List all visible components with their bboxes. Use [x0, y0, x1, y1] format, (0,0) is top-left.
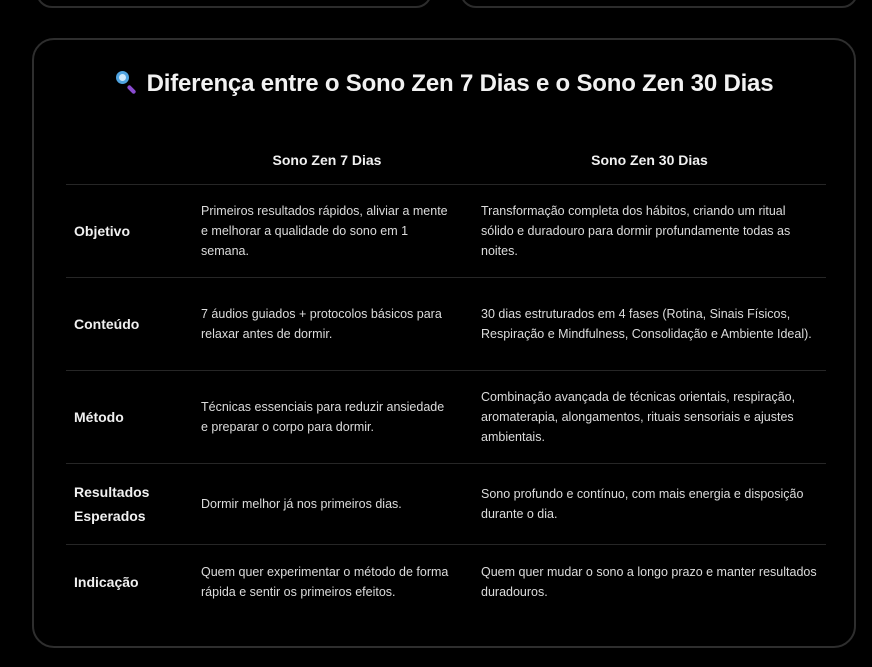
cell-30-dias: Transformação completa dos hábitos, cria… — [481, 204, 791, 258]
table-header-row: Sono Zen 7 Dias Sono Zen 30 Dias — [66, 135, 826, 185]
row-label: Resultados Esperados — [74, 484, 150, 524]
table-row: Objetivo Primeiros resultados rápidos, a… — [66, 185, 826, 278]
row-label: Indicação — [74, 574, 139, 590]
cell-7-dias: Técnicas essenciais para reduzir ansieda… — [201, 400, 445, 434]
comparison-title-text: Diferença entre o Sono Zen 7 Dias e o So… — [146, 70, 774, 97]
header-sono-zen-7: Sono Zen 7 Dias — [272, 151, 382, 168]
previous-card-right — [460, 0, 858, 8]
comparison-table: Sono Zen 7 Dias Sono Zen 30 Dias Objetiv… — [66, 135, 826, 619]
header-sono-zen-30: Sono Zen 30 Dias — [591, 151, 708, 168]
magnifying-glass-icon — [115, 70, 139, 95]
cell-30-dias: 30 dias estruturados em 4 fases (Rotina,… — [481, 307, 812, 341]
comparison-title: Diferença entre o Sono Zen 7 Dias e o So… — [34, 70, 854, 98]
row-label: Método — [74, 409, 124, 425]
cell-30-dias: Combinação avançada de técnicas orientai… — [481, 390, 796, 444]
cell-30-dias: Quem quer mudar o sono a longo prazo e m… — [481, 565, 817, 599]
cell-7-dias: Quem quer experimentar o método de forma… — [201, 565, 449, 599]
cell-7-dias: Primeiros resultados rápidos, aliviar a … — [201, 204, 448, 258]
table-row: Indicação Quem quer experimentar o métod… — [66, 545, 826, 619]
cell-7-dias: Dormir melhor já nos primeiros dias. — [201, 497, 402, 511]
comparison-card: Diferença entre o Sono Zen 7 Dias e o So… — [32, 38, 856, 648]
table-row: Resultados Esperados Dormir melhor já no… — [66, 464, 826, 545]
row-label: Conteúdo — [74, 316, 140, 332]
cell-30-dias: Sono profundo e contínuo, com mais energ… — [481, 487, 804, 521]
row-label: Objetivo — [74, 223, 131, 239]
table-row: Conteúdo 7 áudios guiados + protocolos b… — [66, 278, 826, 371]
table-row: Método Técnicas essenciais para reduzir … — [66, 371, 826, 464]
previous-card-left — [36, 0, 432, 8]
cell-7-dias: 7 áudios guiados + protocolos básicos pa… — [201, 307, 442, 341]
